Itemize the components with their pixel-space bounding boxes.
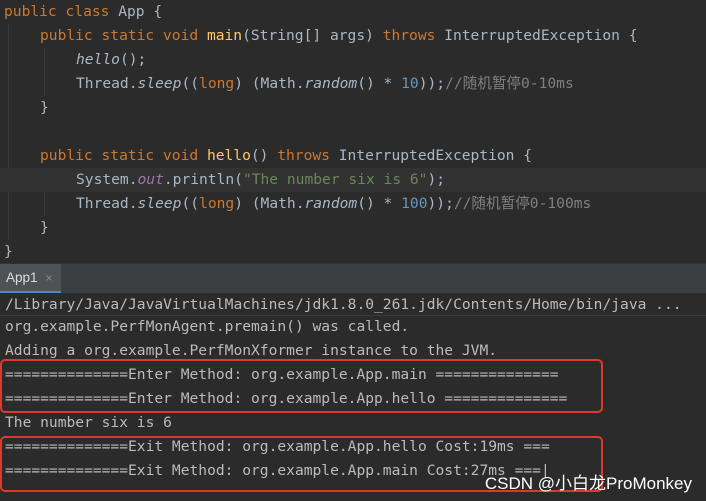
code-line-sleep-10: Thread.sleep((long) (Math.random() * 10)… [76,75,574,92]
code-line-class-decl: public class App { [4,3,163,20]
code-line-main-close: } [40,99,49,116]
code-line-hello-close: } [40,219,49,236]
enter-method-highlight-box [0,359,603,413]
code-line-class-close: } [4,243,13,260]
code-line-hello-call: hello(); [76,51,147,68]
console-line: org.example.PerfMonAgent.premain() was c… [5,318,410,335]
code-line-sleep-100: Thread.sleep((long) (Math.random() * 100… [76,195,592,212]
console-line-java-command: /Library/Java/JavaVirtualMachines/jdk1.8… [5,296,682,313]
code-editor[interactable]: public class App { public static void ma… [0,0,706,263]
code-line-main-decl: public static void main(String[] args) t… [40,27,638,44]
run-tab-label: App1 [6,270,38,285]
run-tool-window-tabbar: App1 × [0,263,706,294]
code-line-println: System.out.println("The number six is 6"… [0,168,706,192]
indent-guide [44,48,45,96]
console-line: The number six is 6 [5,414,172,431]
close-icon[interactable]: × [46,271,53,285]
csdn-watermark: CSDN @小白龙ProMonkey [484,474,692,493]
run-tab-app1[interactable]: App1 × [0,264,61,294]
code-line-hello-decl: public static void hello() throws Interr… [40,147,533,164]
indent-guide [8,24,9,240]
